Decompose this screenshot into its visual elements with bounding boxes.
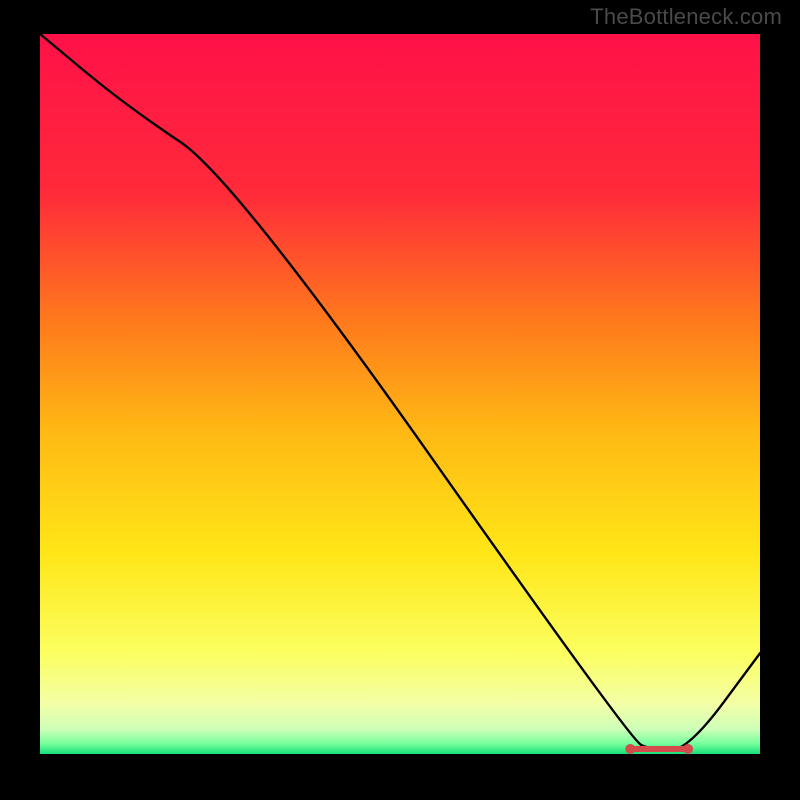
chart-frame: TheBottleneck.com [0,0,800,800]
bottleneck-chart [40,34,760,754]
watermark-label: TheBottleneck.com [590,4,782,30]
gradient-background [40,34,760,754]
chart-svg [40,34,760,754]
